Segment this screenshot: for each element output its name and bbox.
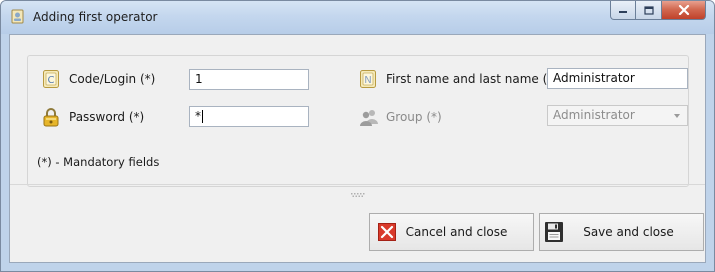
- password-label: Password (*): [69, 110, 145, 124]
- save-and-close-button[interactable]: Save and close: [539, 213, 704, 251]
- cancel-button-label: Cancel and close: [405, 225, 508, 239]
- full-name-value: Administrator: [553, 71, 635, 85]
- close-icon: [678, 5, 689, 15]
- minimize-icon: [619, 11, 627, 13]
- text-caret: [202, 110, 203, 123]
- group-select[interactable]: Administrator: [547, 105, 688, 126]
- full-name-input[interactable]: Administrator: [547, 68, 688, 89]
- code-login-label: Code/Login (*): [69, 72, 156, 86]
- password-input[interactable]: *: [189, 106, 309, 127]
- save-button-label: Save and close: [583, 225, 674, 239]
- splitter-line: [10, 184, 705, 185]
- cancel-and-close-button[interactable]: Cancel and close: [369, 213, 534, 251]
- window-title: Adding first operator: [33, 10, 158, 24]
- group-label: Group (*): [386, 110, 442, 124]
- chevron-down-icon: [674, 114, 680, 118]
- dialog-content: C Code/Login (*) 1 Password (*) * N Firs…: [9, 34, 706, 263]
- minimize-button[interactable]: [610, 1, 636, 20]
- title-bar[interactable]: Adding first operator: [1, 1, 714, 34]
- code-login-input[interactable]: 1: [189, 69, 309, 90]
- group-value: Administrator: [553, 108, 635, 122]
- code-card-icon: C: [42, 69, 60, 89]
- operator-app-icon: [10, 9, 26, 25]
- mandatory-fields-note: (*) - Mandatory fields: [34, 155, 163, 169]
- password-value: *: [195, 109, 201, 123]
- svg-text:C: C: [48, 75, 55, 86]
- padlock-icon: [42, 107, 60, 127]
- dialog-window: Adding first operator C Code/Login (*) 1…: [0, 0, 715, 272]
- users-group-icon: [359, 107, 378, 127]
- svg-text:N: N: [364, 75, 371, 86]
- name-card-icon: N: [359, 69, 377, 89]
- full-name-label: First name and last name (*): [386, 72, 558, 86]
- maximize-button[interactable]: [636, 1, 662, 20]
- close-button[interactable]: [662, 1, 706, 20]
- splitter-grip-icon[interactable]: [351, 187, 365, 197]
- code-login-value: 1: [195, 72, 203, 86]
- window-controls: [610, 1, 706, 21]
- maximize-icon: [643, 5, 654, 15]
